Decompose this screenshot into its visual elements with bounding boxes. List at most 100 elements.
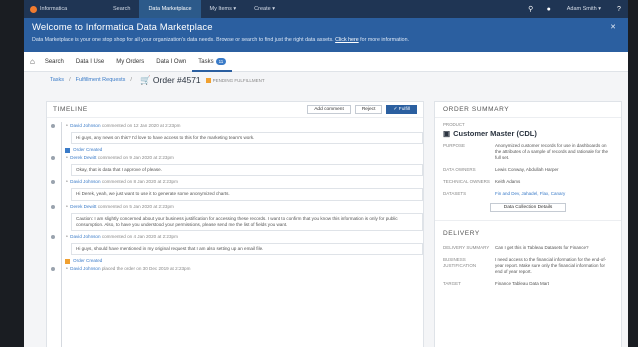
nav-search[interactable]: Search — [104, 0, 139, 18]
comment-author[interactable]: David Johnson — [70, 123, 100, 128]
order-number: Order #4571 — [152, 74, 201, 85]
help-icon[interactable]: ? — [610, 6, 628, 13]
timeline-dot-icon — [51, 267, 55, 272]
comment-meta: ⚬ David Johnson placed the order on 30 D… — [65, 265, 423, 273]
close-icon[interactable]: ✕ — [610, 23, 616, 31]
comment-author[interactable]: Derek Dewitt — [70, 204, 96, 209]
status-badge: Pending Fulfillment — [205, 77, 265, 83]
summary-row: Datasets Fin and Dev, Jahadel, Flax, Cana… — [443, 191, 613, 197]
app-frame: Informatica Search Data Marketplace My I… — [24, 0, 628, 347]
search-icon[interactable]: ⚲ — [522, 5, 540, 13]
summary-row: Data Owners Lewis Conway, Abdullah Harper — [443, 167, 613, 173]
banner-desc-text: Data Marketplace is your one stop shop f… — [32, 37, 334, 43]
tab-search[interactable]: Search — [39, 52, 70, 72]
comment-date: commented on 9 Jan 2020 at 2:23pm — [97, 155, 174, 161]
comment-meta: ⚬ David Johnson commented on 8 Jan 2020 … — [65, 178, 423, 186]
breadcrumb-fulfillment[interactable]: Fulfillment Requests — [76, 77, 126, 83]
data-collection-details-button[interactable]: Data Collection Details — [490, 203, 566, 212]
event-status-icon — [65, 147, 70, 153]
comment-body: Caution: I am slightly concerned about y… — [71, 212, 423, 232]
comment-author[interactable]: Derek Dewitt — [70, 155, 96, 160]
row-label: Delivery Summary — [443, 245, 490, 250]
user-menu[interactable]: Adam Smith ▾ — [558, 0, 610, 18]
breadcrumb: Tasks / Fulfillment Requests / 🛒 Order #… — [24, 72, 628, 88]
timeline-event: Order Created — [47, 257, 423, 265]
banner-title: Welcome to Informatica Data Marketplace — [32, 22, 213, 33]
brand[interactable]: Informatica — [24, 5, 104, 13]
timeline-comment: ⚬ Derek Dewitt commented on 5 Jan 2020 a… — [47, 203, 423, 232]
banner-desc-tail: for more information. — [360, 37, 410, 43]
home-icon[interactable]: ⌂ — [30, 57, 35, 66]
row-value: I need access to the financial informati… — [495, 257, 607, 274]
chevron-down-icon: ▾ — [598, 6, 601, 12]
comment-author[interactable]: David Johnson — [70, 266, 100, 271]
comment-author[interactable]: David Johnson — [70, 234, 100, 239]
summary-row: Delivery Summary Can I get this in Tablea… — [443, 245, 613, 251]
comment-body: Hi guys, should have mentioned in my ori… — [71, 243, 423, 256]
reject-button[interactable]: Reject — [354, 105, 383, 114]
product-card: Product ▣ Customer Master (CDL) Purpose An… — [435, 118, 621, 212]
informatica-logo-icon — [30, 5, 37, 13]
tasks-count-badge: 11 — [215, 57, 227, 65]
breadcrumb-tasks[interactable]: Tasks — [50, 77, 64, 83]
event-status-icon — [65, 258, 70, 264]
row-label: Technical Owners — [443, 179, 490, 184]
summary-row: Business Justification I need access to t… — [443, 257, 613, 275]
chevron-down-icon: ▾ — [272, 6, 275, 12]
product-name[interactable]: ▣ Customer Master (CDL) — [443, 129, 613, 138]
row-label: Business Justification — [443, 257, 477, 268]
product-icon: ▣ — [443, 129, 451, 138]
row-label: Datasets — [443, 191, 467, 196]
comment-body: Okay, that is data that I approve of ple… — [71, 164, 423, 177]
tab-tasks-label: Tasks — [198, 58, 214, 65]
checkmark-icon: ✓ — [393, 107, 398, 112]
delivery-rows: Delivery Summary Can I get this in Tablea… — [443, 245, 613, 287]
timeline-list: ⚬ David Johnson commented on 12 Jan 2020… — [47, 118, 423, 273]
delivery-title: DELIVERY — [443, 230, 480, 237]
comment-meta: ⚬ Derek Dewitt commented on 5 Jan 2020 a… — [65, 203, 423, 211]
comment-body: Hi guys, any news on this? I'd love to h… — [71, 132, 423, 145]
tab-data-i-own[interactable]: Data I Own — [150, 52, 192, 72]
notifications-bell-icon[interactable]: ● — [540, 6, 558, 13]
event-row: Order Created — [65, 257, 423, 265]
nav-create[interactable]: Create ▾ — [245, 0, 284, 18]
banner-help-link[interactable]: Click here — [335, 37, 359, 43]
row-value[interactable]: Fin and Dev, Jahadel, Flax, Canary — [495, 191, 613, 197]
timeline-dot-icon — [51, 156, 55, 161]
comment-meta: ⚬ Derek Dewitt commented on 9 Jan 2020 a… — [65, 154, 423, 162]
user-name: Adam Smith — [566, 6, 597, 12]
fulfill-label: Fulfill — [398, 107, 410, 112]
timeline-dot-icon — [51, 235, 55, 240]
timeline-event: Order Created — [47, 146, 423, 154]
breadcrumb-separator: / — [130, 77, 132, 83]
product-kind-label: Product — [443, 122, 465, 127]
tab-tasks[interactable]: Tasks 11 — [192, 52, 233, 72]
timeline-dot-icon — [51, 204, 55, 209]
nav-data-marketplace[interactable]: Data Marketplace — [139, 0, 201, 18]
nav-create-label: Create — [254, 6, 271, 12]
divider — [435, 220, 621, 221]
product-title: Customer Master (CDL) — [453, 129, 537, 138]
comment-meta: ⚬ David Johnson commented on 12 Jan 2020… — [65, 122, 423, 130]
comment-body: Hi Derek, yeah, we just want to use it t… — [71, 188, 423, 201]
comment-author[interactable]: David Johnson — [70, 179, 100, 184]
comment-meta: ⚬ David Johnson commented on 4 Jan 2020 … — [65, 233, 423, 241]
timeline-panel: TIMELINE Add comment Reject ✓ Fulfill ⚬ … — [46, 101, 424, 347]
brand-label: Informatica — [40, 6, 68, 12]
welcome-banner: Welcome to Informatica Data Marketplace … — [24, 18, 628, 52]
event-label: Order Created — [73, 258, 103, 264]
summary-rows: Purpose Anonymized customer records for u… — [443, 143, 613, 197]
tab-my-orders[interactable]: My Orders — [110, 52, 150, 72]
tab-data-i-use[interactable]: Data I Use — [70, 52, 110, 72]
row-value: Anonymized customer records for use in d… — [495, 143, 609, 160]
row-value: Finance Tableau Data Mart — [495, 281, 549, 286]
comment-date: placed the order on 30 Dec 2019 at 2:23p… — [101, 266, 191, 272]
add-comment-button[interactable]: Add comment — [307, 105, 351, 114]
fulfill-button[interactable]: ✓ Fulfill — [386, 105, 417, 114]
timeline-title: TIMELINE — [53, 106, 88, 113]
comment-date: commented on 12 Jan 2020 at 2:23pm — [101, 123, 181, 128]
order-summary-title: ORDER SUMMARY — [435, 102, 621, 118]
nav-my-items[interactable]: My Items ▾ — [201, 0, 246, 18]
cart-icon: 🛒 — [139, 74, 151, 85]
summary-row: Technical Owners Keith Adams — [443, 179, 613, 185]
